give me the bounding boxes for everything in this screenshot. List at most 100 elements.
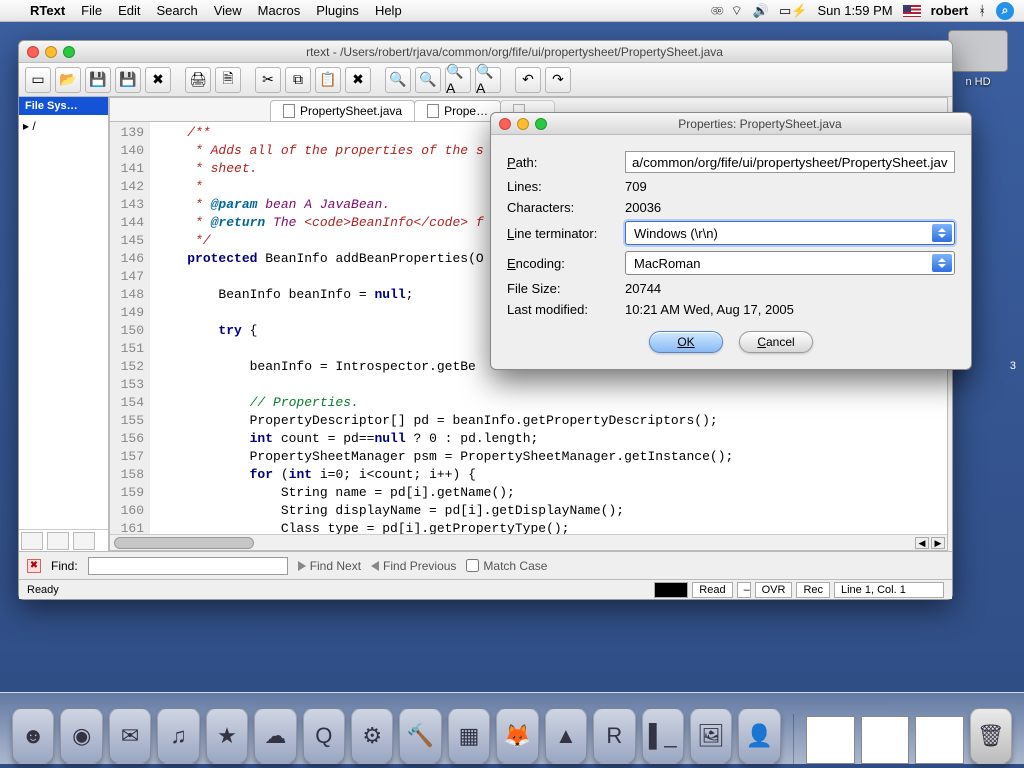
dialog-minimize-button[interactable] [517, 118, 529, 130]
menu-search[interactable]: Search [157, 3, 198, 18]
close-window-button[interactable] [27, 46, 39, 58]
find-input[interactable] [88, 557, 288, 575]
battery-icon[interactable]: ▭⚡ [779, 3, 807, 19]
dock-minimized-3[interactable] [915, 716, 963, 764]
find-button[interactable]: 🔍 [385, 67, 411, 93]
binoculars-icon[interactable]: ⌾⌾ [711, 3, 721, 19]
dock-trash[interactable]: 🗑 [970, 708, 1012, 764]
delete-button[interactable]: ✖ [345, 67, 371, 93]
redo-button[interactable]: ↷ [545, 67, 571, 93]
scroll-left-icon[interactable]: ◀ [915, 537, 929, 549]
horizontal-scrollbar[interactable]: ◀ ▶ [110, 534, 947, 550]
tree-root[interactable]: / [32, 119, 35, 133]
status-ovr: OVR [755, 582, 793, 598]
close-button[interactable]: ✖ [145, 67, 171, 93]
window-titlebar[interactable]: rtext - /Users/robert/rjava/common/org/f… [19, 41, 952, 63]
dock-itunes[interactable]: ♫ [157, 708, 199, 764]
status-rec: Rec [796, 582, 830, 598]
dock-vlc[interactable]: ▲ [545, 708, 587, 764]
dialog-titlebar[interactable]: Properties: PropertySheet.java [491, 113, 971, 135]
dock-quicktime[interactable]: Q [303, 708, 345, 764]
mod-label: Last modified: [507, 302, 625, 317]
copy-button[interactable]: ⧉ [285, 67, 311, 93]
dock-imovie[interactable]: ★ [206, 708, 248, 764]
print-preview-button[interactable]: 🗎 [215, 67, 241, 93]
close-find-button[interactable]: ✖ [27, 559, 41, 573]
clock[interactable]: Sun 1:59 PM [817, 3, 892, 18]
bluetooth-icon[interactable]: ᚼ [978, 3, 986, 18]
undo-button[interactable]: ↶ [515, 67, 541, 93]
spotlight-icon[interactable]: ⌕ [996, 2, 1014, 20]
hd-icon [948, 30, 1008, 72]
toolbar: ▭ 📂 💾 💾 ✖ 🖨 🗎 ✂ ⧉ 📋 ✖ 🔍 🔍 🔍A 🔍A ↶ ↷ [19, 63, 952, 97]
dock-terminal[interactable]: ▌_ [642, 708, 684, 764]
line-terminator-select[interactable]: Windows (\r\n) [625, 221, 955, 245]
menu-plugins[interactable]: Plugins [316, 3, 359, 18]
paste-button[interactable]: 📋 [315, 67, 341, 93]
new-file-button[interactable]: ▭ [25, 67, 51, 93]
chars-label: Characters: [507, 200, 625, 215]
dock-minimized-2[interactable] [861, 716, 909, 764]
ok-button[interactable]: OK [649, 331, 723, 353]
scroll-right-icon[interactable]: ▶ [931, 537, 945, 549]
menu-help[interactable]: Help [375, 3, 402, 18]
menu-edit[interactable]: Edit [118, 3, 140, 18]
menu-macros[interactable]: Macros [258, 3, 301, 18]
volume-icon[interactable]: 🔊 [753, 3, 769, 19]
window-title: rtext - /Users/robert/rjava/common/org/f… [85, 45, 944, 59]
dock: ☻ ◉ ✉ ♫ ★ ☁ Q ⚙ 🔨 ▦ 🦊 ▲ R ▌_ 🖼 👤 🗑 [0, 692, 1024, 764]
save-button[interactable]: 💾 [85, 67, 111, 93]
desktop-hd[interactable]: n HD [948, 30, 1008, 88]
dock-ichat[interactable]: ☁ [254, 708, 296, 764]
dock-systemprefs[interactable]: ⚙ [351, 708, 393, 764]
dock-mail[interactable]: ✉ [109, 708, 151, 764]
arrow-right-icon [298, 561, 306, 571]
sidebar: File Sys… ▸ / [19, 97, 109, 551]
input-source-flag-icon[interactable] [903, 5, 921, 17]
path-field[interactable] [625, 151, 955, 173]
dock-rtext[interactable]: R [593, 708, 635, 764]
dock-interfacebuilder[interactable]: ▦ [448, 708, 490, 764]
user-menu[interactable]: robert [931, 3, 969, 18]
sidebar-view-icon-3[interactable] [73, 532, 95, 550]
save-all-button[interactable]: 💾 [115, 67, 141, 93]
sidebar-view-icon-1[interactable] [21, 532, 43, 550]
print-button[interactable]: 🖨 [185, 67, 211, 93]
menu-view[interactable]: View [214, 3, 242, 18]
dialog-close-button[interactable] [499, 118, 511, 130]
sidebar-header[interactable]: File Sys… [19, 97, 108, 115]
wifi-icon[interactable]: ⌔ [731, 3, 743, 19]
dock-preview[interactable]: 🖼 [690, 708, 732, 764]
open-file-button[interactable]: 📂 [55, 67, 81, 93]
status-read: Read [692, 582, 732, 598]
dock-xcode[interactable]: 🔨 [399, 708, 441, 764]
cancel-button[interactable]: Cancel [739, 331, 813, 353]
sidebar-view-icon-2[interactable] [47, 532, 69, 550]
dock-minimized-1[interactable] [806, 716, 854, 764]
replace-next-button[interactable]: 🔍A [475, 67, 501, 93]
replace-button[interactable]: 🔍A [445, 67, 471, 93]
match-case-checkbox[interactable]: Match Case [466, 559, 547, 573]
dock-dashboard[interactable]: ◉ [60, 708, 102, 764]
find-previous-button[interactable]: Find Previous [371, 559, 456, 573]
find-next-button[interactable]: Find Next [298, 559, 361, 573]
encoding-select[interactable]: MacRoman [625, 251, 955, 275]
cut-button[interactable]: ✂ [255, 67, 281, 93]
tab-propertysheet[interactable]: PropertySheet.java [270, 100, 415, 121]
tab-label: PropertySheet.java [300, 104, 402, 118]
file-tree[interactable]: ▸ / [19, 115, 108, 529]
minimize-window-button[interactable] [45, 46, 57, 58]
scrollbar-thumb[interactable] [114, 537, 254, 549]
dock-finder[interactable]: ☻ [12, 708, 54, 764]
mod-value: 10:21 AM Wed, Aug 17, 2005 [625, 302, 955, 317]
dock-firefox[interactable]: 🦊 [496, 708, 538, 764]
tab-secondary-1[interactable]: Prope… [414, 100, 501, 121]
find-next-button[interactable]: 🔍 [415, 67, 441, 93]
size-label: File Size: [507, 281, 625, 296]
menu-file[interactable]: File [81, 3, 102, 18]
zoom-window-button[interactable] [63, 46, 75, 58]
dock-contact[interactable]: 👤 [738, 708, 780, 764]
app-name[interactable]: RText [30, 3, 65, 18]
dialog-zoom-button[interactable] [535, 118, 547, 130]
lines-value: 709 [625, 179, 955, 194]
